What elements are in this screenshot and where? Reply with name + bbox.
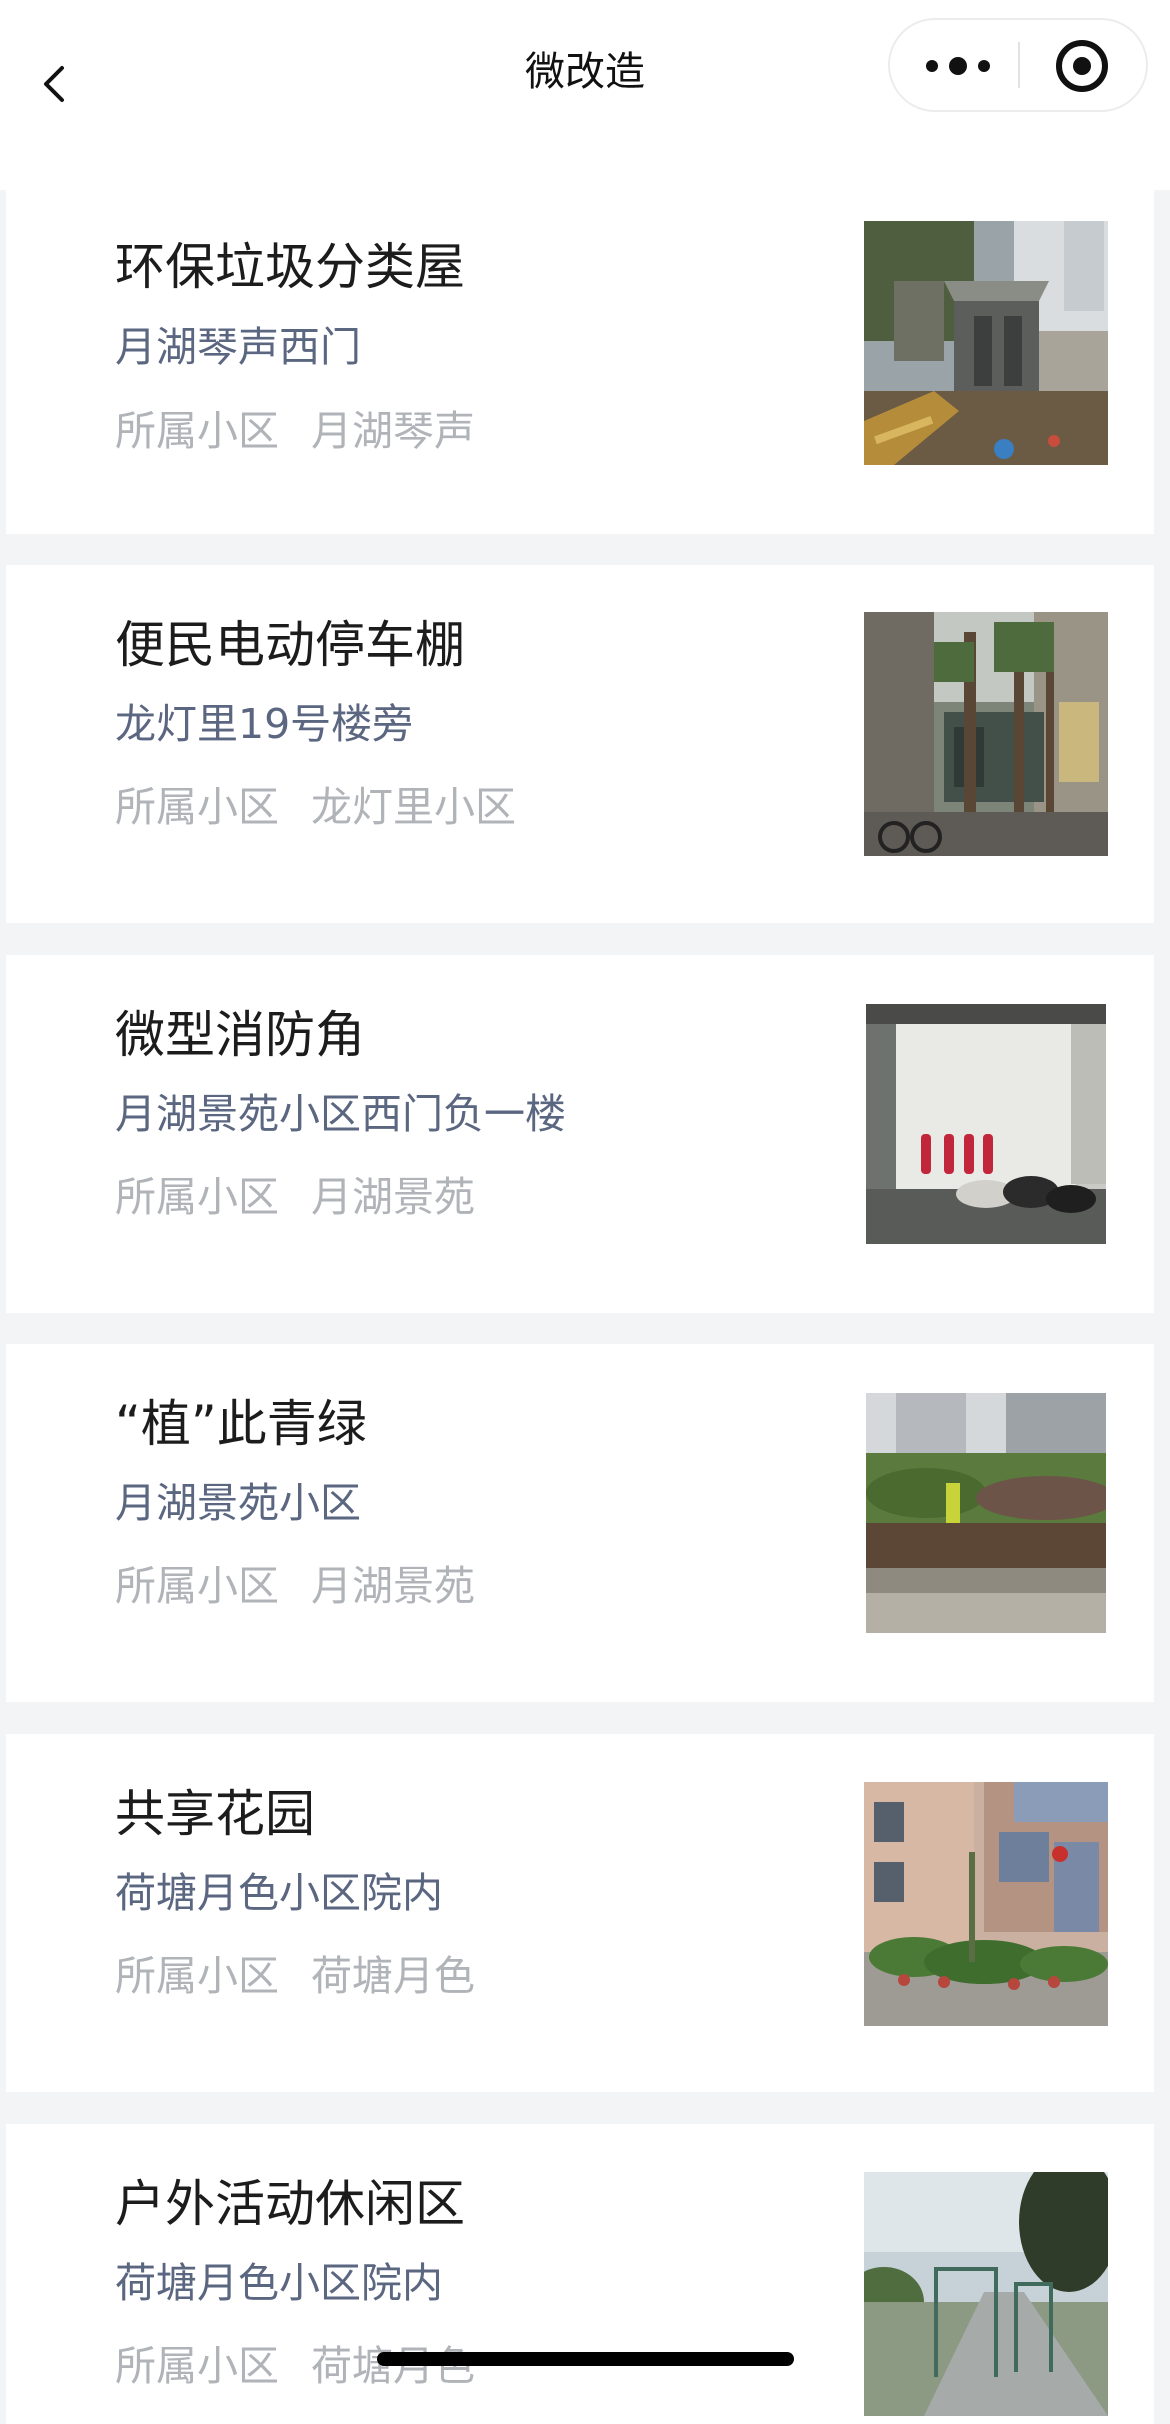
community-label: 所属小区 (115, 2342, 279, 2390)
project-community: 所属小区 月湖琴声 (115, 402, 475, 460)
community-name: 月湖景苑 (311, 1173, 475, 1221)
project-card[interactable]: 便民电动停车棚 龙灯里19号楼旁 所属小区 龙灯里小区 (6, 565, 1154, 923)
project-title: 环保垃圾分类屋 (115, 238, 465, 296)
community-label: 所属小区 (115, 1952, 279, 2000)
project-card[interactable]: 户外活动休闲区 荷塘月色小区院内 所属小区 荷塘月色 (6, 2124, 1154, 2424)
project-title: 共享花园 (115, 1785, 315, 1843)
community-name: 龙灯里小区 (311, 783, 516, 831)
project-address: 龙灯里19号楼旁 (115, 700, 414, 748)
close-miniprogram-button[interactable] (1020, 20, 1148, 110)
more-dots-icon (926, 57, 990, 75)
more-button[interactable] (890, 20, 1018, 110)
shared-garden-photo (864, 1782, 1108, 2026)
capsule-menu (888, 18, 1148, 112)
community-name: 荷塘月色 (311, 2342, 475, 2390)
project-card[interactable]: “植”此青绿 月湖景苑小区 所属小区 月湖景苑 (6, 1344, 1154, 1702)
outdoor-leisure-area-photo (864, 2172, 1108, 2416)
project-community: 所属小区 荷塘月色 (115, 2337, 475, 2395)
community-name: 月湖琴声 (311, 407, 475, 455)
project-title: 便民电动停车棚 (115, 616, 465, 674)
community-label: 所属小区 (115, 1562, 279, 1610)
project-title: 户外活动休闲区 (115, 2175, 465, 2233)
project-address: 月湖琴声西门 (115, 323, 361, 371)
green-planting-photo (866, 1393, 1106, 1633)
project-card[interactable]: 共享花园 荷塘月色小区院内 所属小区 荷塘月色 (6, 1734, 1154, 2092)
navigation-bar: 微改造 (0, 0, 1170, 190)
project-community: 所属小区 龙灯里小区 (115, 778, 516, 836)
project-card[interactable]: 微型消防角 月湖景苑小区西门负一楼 所属小区 月湖景苑 (6, 955, 1154, 1313)
electric-bike-shed-photo (864, 612, 1108, 856)
project-card[interactable]: 环保垃圾分类屋 月湖琴声西门 所属小区 月湖琴声 (6, 176, 1154, 534)
community-name: 月湖景苑 (311, 1562, 475, 1610)
target-close-icon (1056, 40, 1108, 92)
project-community: 所属小区 月湖景苑 (115, 1168, 475, 1226)
project-community: 所属小区 月湖景苑 (115, 1557, 475, 1615)
home-indicator (377, 2352, 794, 2366)
project-address: 月湖景苑小区西门负一楼 (115, 1090, 566, 1138)
project-community: 所属小区 荷塘月色 (115, 1947, 475, 2005)
community-name: 荷塘月色 (311, 1952, 475, 2000)
project-address: 荷塘月色小区院内 (115, 1869, 443, 1917)
community-label: 所属小区 (115, 1173, 279, 1221)
community-label: 所属小区 (115, 407, 279, 455)
project-address: 月湖景苑小区 (115, 1479, 361, 1527)
fire-station-corner-photo (866, 1004, 1106, 1244)
garbage-sorting-house-photo (864, 221, 1108, 465)
project-title: “植”此青绿 (115, 1395, 367, 1453)
project-address: 荷塘月色小区院内 (115, 2259, 443, 2307)
community-label: 所属小区 (115, 783, 279, 831)
project-title: 微型消防角 (115, 1006, 365, 1064)
